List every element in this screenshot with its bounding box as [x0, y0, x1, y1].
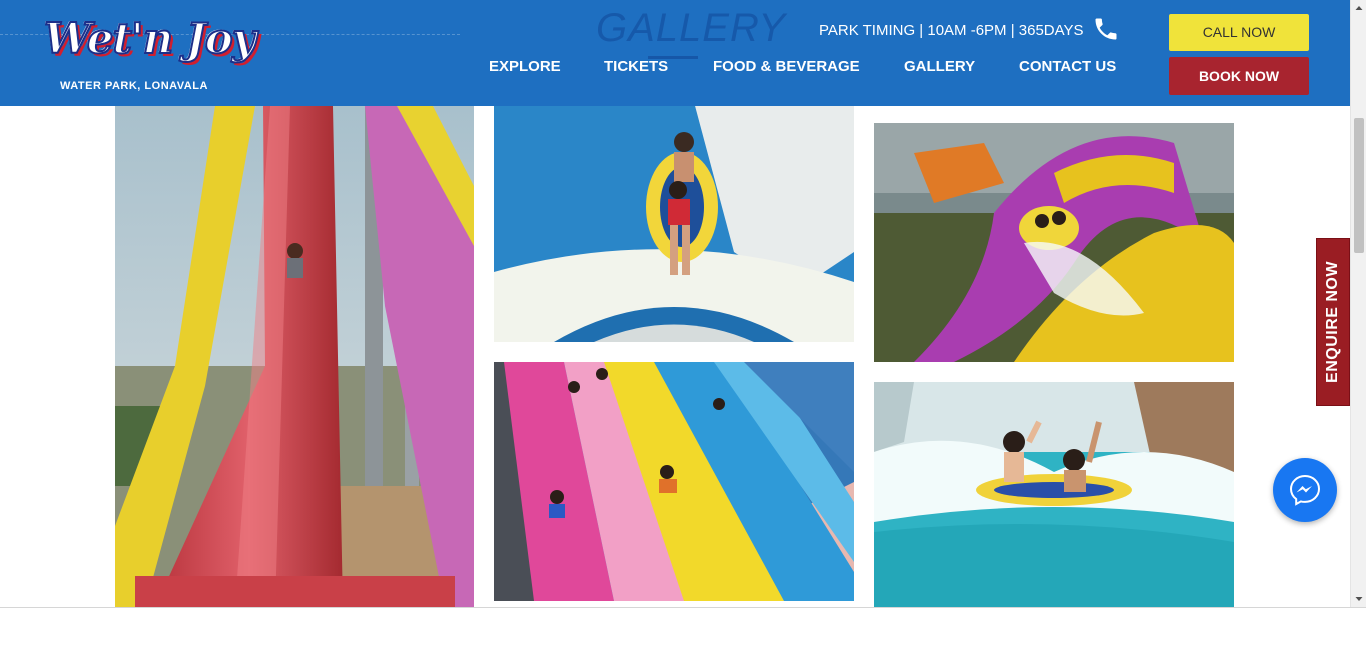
messenger-icon	[1289, 474, 1321, 506]
book-now-button[interactable]: BOOK NOW	[1169, 57, 1309, 95]
site-header: Wet'n Joy WATER PARK, LONAVALA GALLERY P…	[0, 0, 1350, 106]
gallery-photo-purple-yellow-slide[interactable]	[874, 123, 1234, 362]
page-viewport: Wet'n Joy WATER PARK, LONAVALA GALLERY P…	[0, 0, 1350, 607]
nav-gallery[interactable]: GALLERY	[904, 58, 975, 75]
nav-tickets[interactable]: TICKETS	[604, 58, 668, 75]
brand-logo[interactable]: Wet'n Joy WATER PARK, LONAVALA	[40, 10, 262, 98]
phone-icon[interactable]	[1092, 15, 1120, 43]
scrollbar-thumb[interactable]	[1354, 118, 1364, 253]
scroll-up-icon[interactable]	[1351, 0, 1366, 17]
nav-food-beverage[interactable]: FOOD & BEVERAGE	[713, 58, 860, 75]
gallery-photo-multilane-slide[interactable]	[494, 362, 854, 601]
gallery-photo-red-slide[interactable]	[115, 106, 474, 607]
logo-subtitle: WATER PARK, LONAVALA	[60, 80, 208, 92]
scroll-down-icon[interactable]	[1351, 590, 1366, 607]
section-title: GALLERY	[596, 6, 787, 50]
page-scrollbar[interactable]	[1350, 0, 1366, 607]
enquire-now-tab[interactable]: ENQUIRE NOW	[1316, 238, 1350, 406]
browser-bottom-area	[0, 607, 1366, 660]
logo-wordmark: Wet'n Joy	[43, 13, 257, 64]
park-timing: PARK TIMING | 10AM -6PM | 365DAYS	[819, 22, 1084, 39]
nav-explore[interactable]: EXPLORE	[489, 58, 561, 75]
gallery-photo-funnel-tube-couple[interactable]	[494, 102, 854, 342]
enquire-now-label: ENQUIRE NOW	[1324, 261, 1341, 383]
call-now-button[interactable]: CALL NOW	[1169, 14, 1309, 51]
gallery-photo-splash-tube-couple[interactable]	[874, 382, 1234, 607]
messenger-chat-button[interactable]	[1273, 458, 1337, 522]
nav-contact-us[interactable]: CONTACT US	[1019, 58, 1116, 75]
